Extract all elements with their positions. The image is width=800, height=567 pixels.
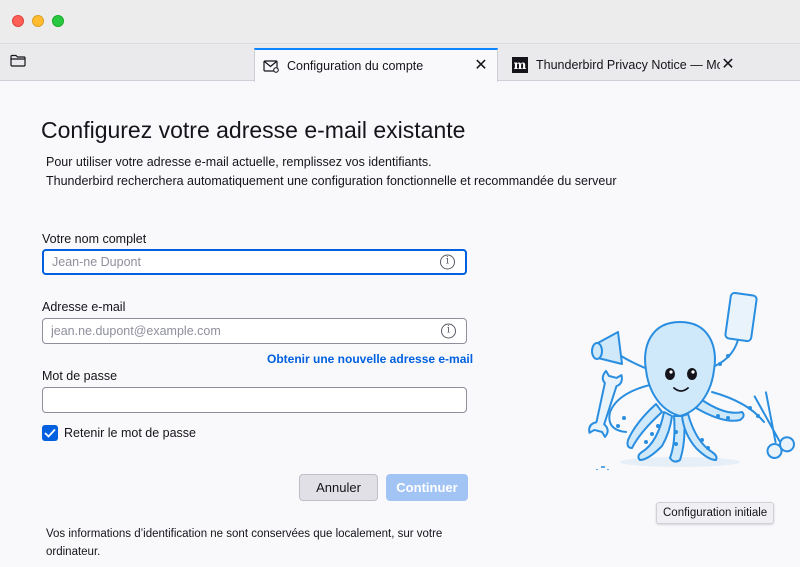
mozilla-icon: m — [512, 56, 528, 73]
new-email-address-link[interactable]: Obtenir une nouvelle adresse e-mail — [267, 352, 473, 366]
window-close-button[interactable] — [12, 15, 24, 27]
account-setup-page: Configurez votre adresse e-mail existant… — [0, 82, 800, 567]
octopus-mascot-illustration — [588, 291, 796, 473]
folder-tab-button[interactable] — [8, 54, 28, 72]
tab-bar: Configuration du compte ✕ m Thunderbird … — [0, 44, 800, 82]
page-description: Pour utiliser votre adresse e-mail actue… — [46, 153, 616, 191]
close-icon[interactable]: ✕ — [473, 58, 489, 74]
info-icon[interactable]: i — [441, 323, 456, 339]
email-label: Adresse e-mail — [42, 300, 126, 314]
window-minimize-button[interactable] — [32, 15, 44, 27]
password-field — [42, 387, 467, 413]
tab-account-setup[interactable]: Configuration du compte ✕ — [254, 48, 498, 82]
remember-password-checkbox[interactable] — [42, 425, 58, 441]
credentials-notice: Vos informations d’identification ne son… — [46, 528, 443, 558]
tab-label: Thunderbird Privacy Notice — Mozilla — [536, 57, 720, 72]
window-titlebar — [0, 0, 800, 44]
continue-button[interactable]: Continuer — [386, 474, 468, 501]
info-icon[interactable]: i — [440, 254, 455, 270]
tab-label: Configuration du compte — [287, 59, 424, 73]
description-line: Pour utiliser votre adresse e-mail actue… — [46, 155, 432, 169]
name-label: Votre nom complet — [42, 232, 147, 246]
tooltip: Configuration initiale — [656, 502, 775, 524]
email-input[interactable] — [43, 319, 433, 343]
description-line: Thunderbird recherchera automatiquement … — [46, 174, 617, 188]
folder-icon — [10, 54, 26, 72]
checkmark-icon — [44, 428, 56, 438]
remember-password-row: Retenir le mot de passe — [42, 425, 196, 441]
cancel-button[interactable]: Annuler — [299, 474, 378, 501]
window-maximize-button[interactable] — [52, 15, 64, 27]
name-input[interactable] — [44, 251, 434, 273]
password-input[interactable] — [43, 388, 433, 412]
mail-settings-icon — [263, 58, 279, 74]
page-title: Configurez votre adresse e-mail existant… — [41, 117, 466, 143]
password-label: Mot de passe — [42, 369, 118, 383]
remember-password-label: Retenir le mot de passe — [64, 426, 197, 440]
close-icon[interactable]: ✕ — [720, 56, 736, 73]
tab-privacy-notice[interactable]: m Thunderbird Privacy Notice — Mozilla ✕ — [504, 48, 744, 81]
email-field: i — [42, 318, 467, 344]
name-field: i — [42, 249, 467, 275]
